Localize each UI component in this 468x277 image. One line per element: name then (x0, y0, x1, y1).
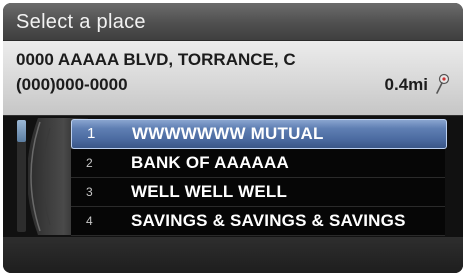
list-item-1[interactable]: 1 WWWWWWW MUTUAL (71, 119, 447, 149)
place-info-panel: 0000 AAAAA BLVD, TORRANCE, C (000)000-00… (3, 41, 463, 115)
list-item-label: WELL WELL WELL (131, 182, 288, 201)
scrollbar-thumb[interactable] (17, 120, 26, 142)
screen-title: Select a place (16, 11, 146, 33)
list-item-3[interactable]: 3 WELL WELL WELL (71, 178, 445, 207)
list-item-label: WWWWWWW MUTUAL (132, 124, 324, 143)
place-list: 1 WWWWWWW MUTUAL 2 BANK OF AAAAAA 3 WELL… (3, 116, 463, 237)
list-item-number: 1 (87, 125, 96, 142)
place-phone: (000)000-0000 (16, 75, 128, 94)
list-item-label: BANK OF AAAAAA (131, 153, 289, 172)
place-address: 0000 AAAAA BLVD, TORRANCE, C (16, 50, 296, 69)
list-item-4[interactable]: 4 SAVINGS & SAVINGS & SAVINGS (71, 207, 445, 236)
list-item-2[interactable]: 2 BANK OF AAAAAA (71, 149, 445, 178)
list-item-number: 4 (86, 214, 93, 228)
title-bar: Select a place (3, 3, 463, 41)
bottom-bar (3, 237, 463, 273)
list-item-number: 3 (86, 185, 93, 199)
map-pin-icon (436, 73, 450, 94)
list-scrollbar[interactable] (17, 120, 26, 232)
place-distance: 0.4mi (384, 75, 428, 94)
list-item-number: 2 (86, 156, 93, 170)
list-item-label: SAVINGS & SAVINGS & SAVINGS (131, 211, 406, 230)
navigation-screen: Select a place 0000 AAAAA BLVD, TORRANCE… (3, 3, 463, 273)
